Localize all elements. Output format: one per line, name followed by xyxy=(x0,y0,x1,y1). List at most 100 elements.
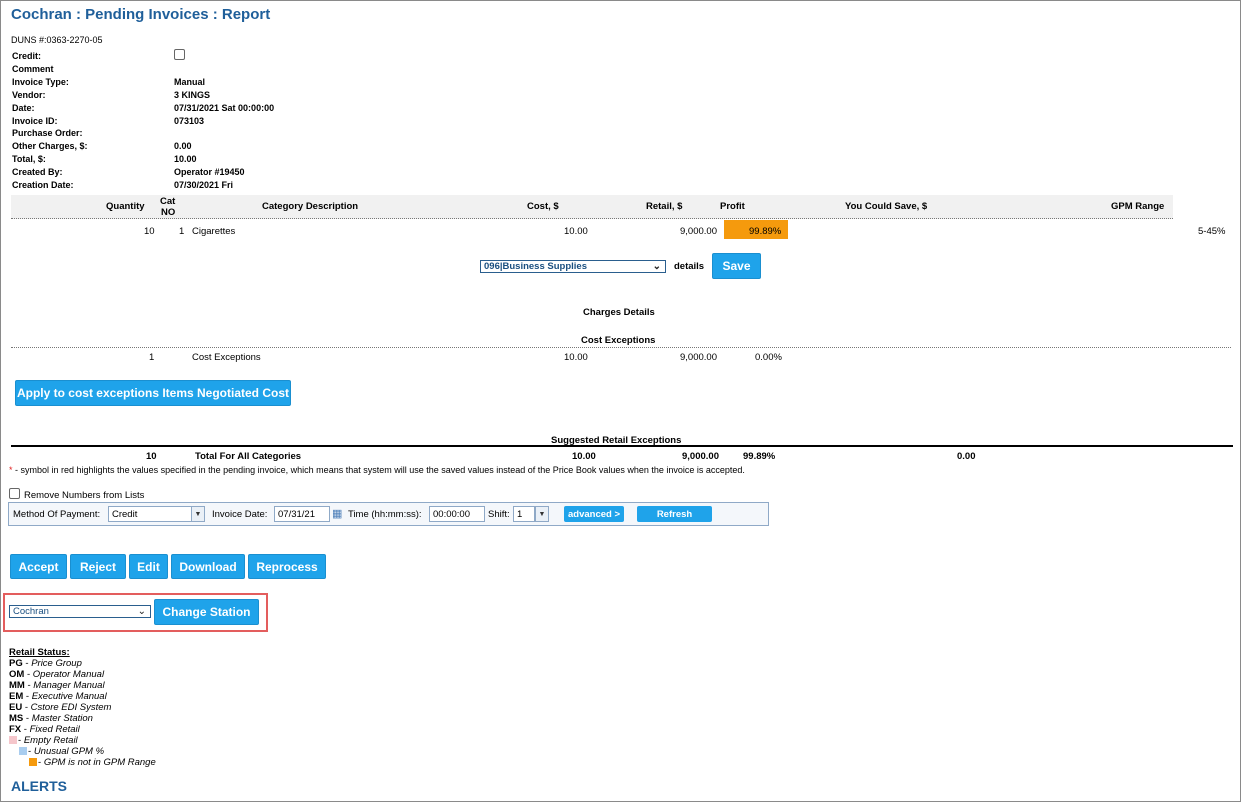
invoice-type-label: Invoice Type: xyxy=(12,77,69,87)
category-select[interactable]: 096|Business Supplies ⌄ xyxy=(480,260,666,273)
total-value: 10.00 xyxy=(174,154,197,164)
ce-name: Cost Exceptions xyxy=(192,352,261,363)
legend-item: OM - Operator Manual xyxy=(9,669,105,680)
station-select[interactable]: Cochran ⌄ xyxy=(9,605,151,618)
total-cost: 10.00 xyxy=(572,451,596,462)
alerts-title: ALERTS xyxy=(11,778,67,794)
legend-item: EU - Cstore EDI System xyxy=(9,702,112,713)
header-quantity: Quantity xyxy=(106,201,145,212)
row-profit: 99.89% xyxy=(749,226,782,237)
legend-item: MM - Manager Manual xyxy=(9,680,105,691)
edit-button[interactable]: Edit xyxy=(129,554,168,579)
date-value: 07/31/2021 Sat 00:00:00 xyxy=(174,103,275,113)
header-cat-no: NO xyxy=(161,207,176,218)
legend-item: FX - Fixed Retail xyxy=(9,724,80,735)
legend-color-item: - GPM is not in GPM Range xyxy=(38,757,156,768)
other-charges-value: 0.00 xyxy=(174,141,192,151)
charges-details-title: Charges Details xyxy=(583,307,655,318)
empty-retail-swatch xyxy=(9,736,17,744)
invoice-date-input[interactable]: 07/31/21 xyxy=(274,506,330,522)
apply-negotiated-cost-button[interactable]: Apply to cost exceptions Items Negotiate… xyxy=(15,380,291,406)
time-value: 00:00:00 xyxy=(433,508,470,520)
ce-retail: 9,000.00 xyxy=(680,352,717,363)
total-save: 0.00 xyxy=(957,451,976,462)
ce-qty: 1 xyxy=(149,352,155,363)
download-button[interactable]: Download xyxy=(171,554,245,579)
ce-profit: 0.00% xyxy=(755,352,782,363)
footnote: * - symbol in red highlights the values … xyxy=(9,465,745,475)
duns-number: DUNS #:0363-2270-05 xyxy=(11,35,103,45)
category-select-value: 096|Business Supplies xyxy=(484,261,587,272)
dropdown-arrow-icon[interactable]: ▼ xyxy=(191,506,205,522)
payment-method-select[interactable]: Credit xyxy=(108,506,192,522)
vendor-value: 3 KINGS xyxy=(174,90,211,100)
shift-value: 1 xyxy=(517,508,523,520)
invoice-date-value: 07/31/21 xyxy=(278,508,315,520)
creation-date-label: Creation Date: xyxy=(12,180,74,190)
header-gpm: GPM Range xyxy=(1111,201,1165,212)
chevron-down-icon: ⌄ xyxy=(652,261,661,272)
other-charges-label: Other Charges, $: xyxy=(12,141,88,151)
row-gpm: 5-45% xyxy=(1198,226,1226,237)
details-label: details xyxy=(674,261,705,272)
row-quantity: 10 xyxy=(144,226,155,237)
total-qty: 10 xyxy=(146,451,157,462)
gpm-range-swatch xyxy=(29,758,37,766)
vendor-label: Vendor: xyxy=(12,90,46,100)
payment-bar: Method Of Payment: Credit ▼ Invoice Date… xyxy=(8,502,769,526)
shift-select[interactable]: 1 xyxy=(513,506,535,522)
footnote-text: - symbol in red highlights the values sp… xyxy=(12,465,745,475)
date-label: Date: xyxy=(12,103,35,113)
page-title: Cochran : Pending Invoices : Report xyxy=(11,6,271,23)
table-header: Quantity Cat NO Category Description Cos… xyxy=(11,195,1173,219)
change-station-button[interactable]: Change Station xyxy=(154,599,259,625)
comment-label: Comment xyxy=(12,64,54,74)
legend-item: EM - Executive Manual xyxy=(9,691,107,702)
reject-button[interactable]: Reject xyxy=(70,554,126,579)
time-input[interactable]: 00:00:00 xyxy=(429,506,485,522)
advanced-button[interactable]: advanced > xyxy=(564,506,624,522)
header-category: Category Description xyxy=(262,201,359,212)
total-profit: 99.89% xyxy=(743,451,776,462)
calendar-icon[interactable]: ▦ xyxy=(332,507,342,520)
accept-button[interactable]: Accept xyxy=(10,554,67,579)
invoice-id-value: 073103 xyxy=(174,116,205,126)
credit-label: Credit: xyxy=(12,51,41,61)
time-label: Time (hh:mm:ss): xyxy=(348,509,422,520)
legend-color-item: - Unusual GPM % xyxy=(28,746,105,757)
remove-numbers-checkbox[interactable] xyxy=(9,488,20,499)
refresh-button[interactable]: Refresh xyxy=(637,506,712,522)
credit-checkbox[interactable] xyxy=(174,49,185,60)
legend-color-item: - Empty Retail xyxy=(18,735,78,746)
ce-cost: 10.00 xyxy=(564,352,588,363)
legend-item: PG - Price Group xyxy=(9,658,82,669)
created-by-value: Operator #19450 xyxy=(174,167,245,177)
save-button[interactable]: Save xyxy=(712,253,761,279)
created-by-label: Created By: xyxy=(12,167,63,177)
station-select-value: Cochran xyxy=(13,606,49,617)
legend-item: MS - Master Station xyxy=(9,713,93,724)
row-category[interactable]: Cigarettes xyxy=(192,226,235,237)
invoice-id-label: Invoice ID: xyxy=(12,116,58,126)
payment-method-value: Credit xyxy=(112,508,138,520)
totals-divider xyxy=(11,445,1233,447)
reprocess-button[interactable]: Reprocess xyxy=(248,554,326,579)
invoice-date-label: Invoice Date: xyxy=(212,509,268,520)
unusual-gpm-swatch xyxy=(19,747,27,755)
total-label: Total, $: xyxy=(12,154,46,164)
header-cost: Cost, $ xyxy=(527,201,559,212)
purchase-order-label: Purchase Order: xyxy=(12,128,83,138)
row-retail: 9,000.00 xyxy=(680,226,717,237)
creation-date-value: 07/30/2021 Fri xyxy=(174,180,234,190)
row-cost: 10.00 xyxy=(564,226,588,237)
divider xyxy=(11,347,1231,348)
cost-exceptions-title: Cost Exceptions xyxy=(581,335,656,346)
payment-method-label: Method Of Payment: xyxy=(13,509,101,520)
dropdown-arrow-icon[interactable]: ▼ xyxy=(535,506,549,522)
header-retail: Retail, $ xyxy=(646,201,683,212)
total-retail: 9,000.00 xyxy=(682,451,719,462)
header-save: You Could Save, $ xyxy=(845,201,928,212)
invoice-type-value: Manual xyxy=(174,77,206,87)
row-cat: 1 xyxy=(179,226,185,237)
shift-label: Shift: xyxy=(488,509,510,520)
